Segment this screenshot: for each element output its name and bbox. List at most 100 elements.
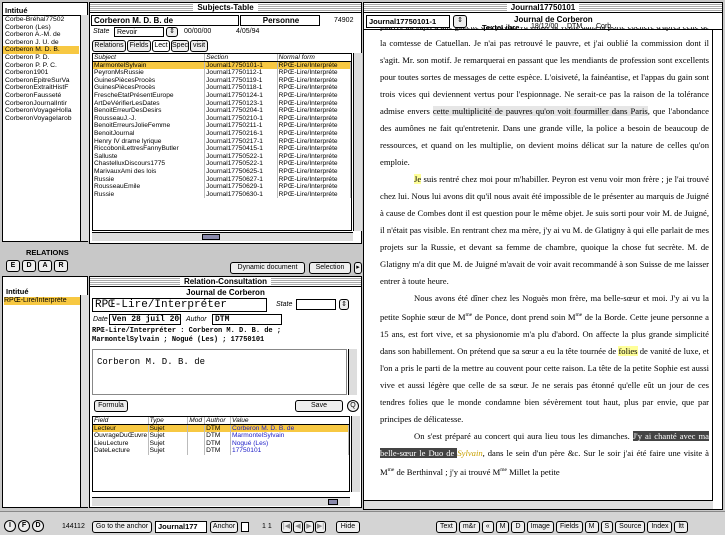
subjects-list-item[interactable]: CorberonVoyageHolla [3,107,79,115]
relation-fields-vscroll[interactable] [351,416,360,492]
table-row[interactable]: BenoitJournal Journal17750216-1 RPŒ-Lire/I… [93,129,351,138]
state-select[interactable]: Revoir [114,27,164,37]
field-row[interactable]: Lecteur Sujet DTM Corberon M. D. B. de [93,424,349,433]
relation-name-field[interactable]: RPŒ-Lire/Interpréter [92,298,267,312]
table-row[interactable]: BenoitErreurDesDesirs Journal17750204-1 RP… [93,107,351,115]
toolbar-button[interactable]: Fields [555,521,583,533]
table-row[interactable]: PeyronMsRussie Journal17750112-1 RPŒ-Lire/… [93,69,351,77]
formula-button[interactable]: Formula [94,400,128,412]
subjects-list-scroll[interactable] [80,15,89,241]
anchor-button[interactable]: Anchor [210,521,238,533]
field-row[interactable]: OuvrageDuŒuvre Sujet DTM MarmontelSylvain [93,432,349,440]
relations-list-scroll[interactable] [80,295,89,507]
hide-button[interactable]: Hide [336,521,360,533]
search-button[interactable]: Q [347,400,359,412]
toolbar-button[interactable]: M [495,521,510,533]
relation-a-button[interactable]: A [38,260,52,272]
document-titlebar[interactable]: Journal17750101 [364,3,722,13]
save-button[interactable]: Save [295,400,343,412]
toolbar-button[interactable]: ltt [674,521,688,533]
date-field-1[interactable]: 00/00/00 [182,27,232,37]
col-author[interactable]: Author [205,417,231,424]
relation-state-field[interactable] [296,299,336,310]
table-row[interactable]: Salluste Journal17750522-1 RPŒ-Lire/Interp… [93,152,351,161]
col-mod[interactable]: Mod [188,417,206,424]
table-row[interactable]: ChastelluxDiscours1775 Journal17750522-1 R… [93,160,351,168]
subjects-list-item[interactable]: CorberonJournalIntir [3,100,79,108]
subjects-hscroll[interactable] [92,232,353,241]
toolbar-button[interactable]: Index [647,521,673,533]
toolbar-button[interactable]: M [584,521,599,533]
subjects-list-item[interactable]: CorberonEpitreSurVa [3,77,79,85]
tab-lect[interactable]: Lect [152,40,170,52]
prev-page-button[interactable]: ◀ [293,521,303,533]
relation-state-dropdown[interactable]: ⇕ [339,299,349,310]
first-page-button[interactable]: |◀ [281,521,292,533]
subjects-list-item[interactable]: Corberon J. U. de [3,39,79,47]
table-row[interactable]: MarmontelSylvain Journal17750101-1 RPŒ-Lir… [93,61,351,70]
subject-name-field[interactable]: Corberon M. D. B. de [91,15,239,26]
tab-visit[interactable]: visit [190,40,208,52]
relation-d-button[interactable]: D [22,260,36,272]
col-section[interactable]: Section [205,54,278,61]
toolbar-button[interactable]: Text [436,521,457,533]
table-row[interactable]: Russie Journal17750630-1 RPŒ-Lire/Interpré… [93,190,351,199]
field-row[interactable]: DateLecture Sujet DTM 17750101 [93,447,349,455]
subject-type-field[interactable]: Personne [240,15,320,26]
col-type[interactable]: Type [149,417,189,424]
toolbar-button[interactable]: « [481,521,494,533]
table-row[interactable]: GuinesPiècesProcès Journal17750119-1 RPŒ-L… [93,76,351,85]
table-row[interactable]: BenoitErreursJolieFemme Journal17750211-1… [93,122,351,130]
relation-text-scroll[interactable] [348,349,357,395]
field-row[interactable]: LieuLecture Sujet DTM Nogué (Les) [93,439,349,448]
relation-e-button[interactable]: E [6,260,20,272]
selection-button[interactable]: Selection [309,262,351,274]
subjects-list-item[interactable]: Corberon P. P. C. [3,62,79,70]
subjects-list-item[interactable]: Corberon1901 [3,69,79,77]
relations-list-item[interactable]: RPŒ-Lire/Interpréte [4,297,80,305]
col-subject[interactable]: Subject [93,54,206,61]
subjects-vscroll[interactable] [353,53,362,231]
subjects-list-item[interactable]: Corbe-Bréhal77502 [3,16,79,24]
d-button[interactable]: D [32,520,44,532]
state-dropdown-button[interactable]: ⇕ [166,27,178,37]
table-row[interactable]: RousseauJ.-J. Journal17750210-1 RPŒ-Lire/I… [93,114,351,123]
journal-anchor-field[interactable]: Journal177 [155,521,207,533]
next-page-button[interactable]: ▶ [304,521,314,533]
toolbar-button[interactable]: m&r [458,521,480,533]
table-row[interactable]: GuinesPiècesProcès Journal17750118-1 RPŒ-L… [93,84,351,92]
toolbar-button[interactable]: Image [526,521,554,533]
document-text[interactable]: pauvre au sujet d'une gazette que j'avai… [372,27,715,508]
table-row[interactable]: FrescheEtatPrésentEurope Journal17750124-… [93,91,351,100]
subjects-list-item[interactable]: CorberonExtraitHistF [3,84,79,92]
relation-consultation-titlebar[interactable]: Relation-Consultation [90,277,361,287]
i-button[interactable]: I [4,520,16,532]
relation-text-area[interactable]: Corberon M. D. B. de [92,349,347,395]
table-row[interactable]: RiccoboniLettresFannyButler Journal177504… [93,145,351,153]
table-row[interactable]: RousseauEmile Journal17750629-1 RPŒ-Lire/I… [93,183,351,191]
relation-author-field[interactable]: DTM [212,314,282,325]
tab-spec[interactable]: Spec [171,40,189,52]
dynamic-document-button[interactable]: Dynamic document [230,262,305,274]
subjects-list-item[interactable]: CorberonVoyageIarob [3,115,79,123]
tab-relations[interactable]: Relations [92,40,126,52]
subjects-table-titlebar[interactable]: Subjects-Table [90,3,361,13]
toolbar-button[interactable]: S [600,521,614,533]
col-field[interactable]: Field [93,417,149,424]
selection-extra-button[interactable]: ▸ [354,262,362,274]
anchor-toggle[interactable] [241,522,249,532]
relation-fields-hscroll[interactable] [92,497,350,506]
f-button[interactable]: F [18,520,30,532]
relation-date-field[interactable]: Ven 28 juil 2000 [109,314,181,325]
tab-fields[interactable]: Fields [127,40,151,52]
col-value[interactable]: Value [231,417,349,424]
table-row[interactable]: ArtDeVérifierLesDates Journal17750123-1 RP… [93,99,351,108]
col-normal-form[interactable]: Normal form [278,54,351,61]
table-row[interactable]: MarivauxAmi des lois Journal17750625-1 RPŒ… [93,167,351,176]
subjects-list-item[interactable]: CorberonFausseté [3,92,79,100]
subjects-list-item[interactable]: Corberon P. D. [3,54,79,62]
last-page-button[interactable]: ▶| [315,521,326,533]
toolbar-button[interactable]: Source [615,521,646,533]
subjects-list-item[interactable]: Corberon A.-M. de [3,31,79,39]
goto-anchor-button[interactable]: Go to the anchor [92,521,152,533]
